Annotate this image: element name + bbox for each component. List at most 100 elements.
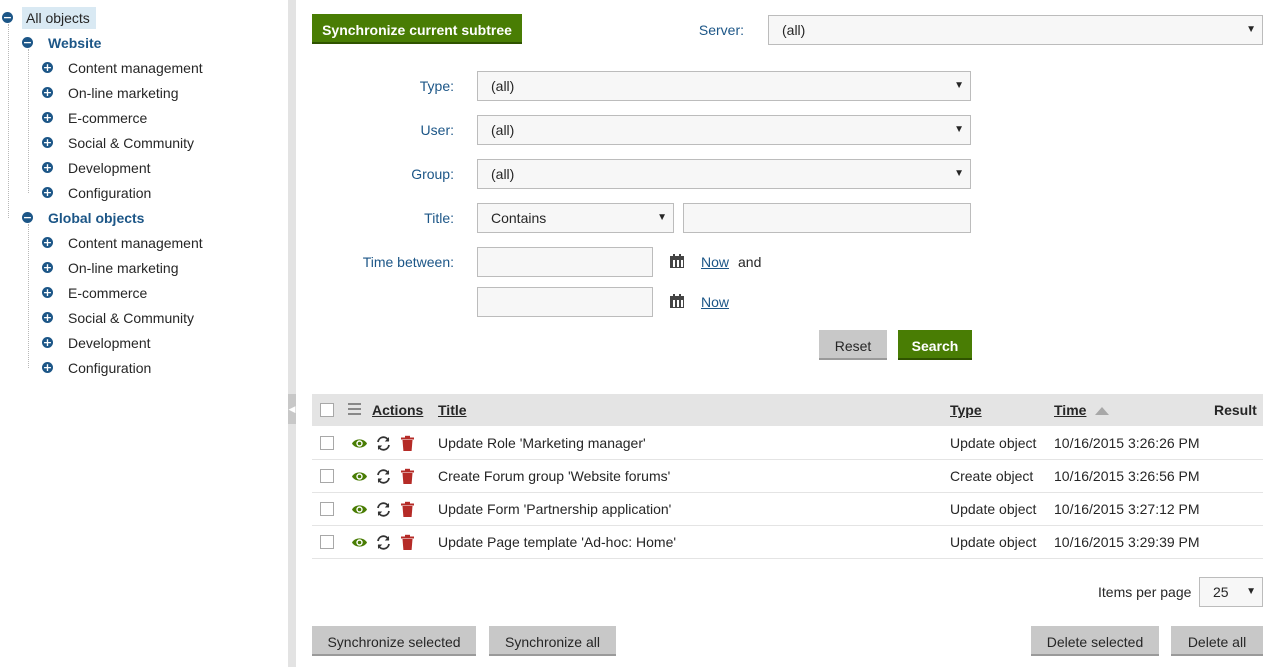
expand-icon[interactable]: + (42, 87, 53, 98)
items-per-page-label: Items per page (1098, 584, 1192, 600)
select-all-checkbox[interactable] (320, 403, 334, 417)
tree-node-label: Website (48, 35, 102, 51)
user-label: User: (420, 122, 454, 138)
dropdown-arrow-icon: ▼ (954, 80, 964, 91)
expand-icon[interactable]: + (42, 312, 53, 323)
row-title: Update Page template 'Ad-hoc: Home' (438, 534, 677, 550)
title-operator-select[interactable]: Contains ▼ (477, 203, 674, 233)
collapse-pane-icon[interactable]: ◀ (288, 394, 296, 424)
sync-icon[interactable] (375, 435, 392, 452)
calendar-icon[interactable] (670, 254, 684, 268)
tree-node-label: Social & Community (68, 310, 195, 326)
tree-node-label: Configuration (68, 185, 152, 201)
row-title: Update Form 'Partnership application' (438, 501, 672, 517)
sync-icon[interactable] (375, 534, 392, 551)
column-menu-icon[interactable] (348, 400, 365, 417)
now-link-from[interactable]: Now (701, 254, 729, 270)
row-time: 10/16/2015 3:27:12 PM (1054, 501, 1200, 517)
title-input[interactable] (683, 203, 971, 233)
expand-icon[interactable]: + (42, 337, 53, 348)
trash-icon[interactable] (399, 534, 416, 551)
tree-guide (28, 49, 29, 193)
dropdown-arrow-icon: ▼ (954, 124, 964, 135)
delete-all-button[interactable]: Delete all (1171, 626, 1263, 656)
user-select[interactable]: (all) ▼ (477, 115, 971, 145)
row-checkbox[interactable] (320, 436, 334, 450)
expand-icon[interactable]: + (42, 187, 53, 198)
items-per-page-select[interactable]: 25 ▼ (1199, 577, 1263, 607)
row-time: 10/16/2015 3:29:39 PM (1054, 534, 1200, 550)
row-type: Update object (950, 501, 1037, 517)
group-select-value: (all) (491, 166, 515, 182)
tree-node-label: Global objects (48, 210, 145, 226)
expand-icon[interactable]: + (42, 112, 53, 123)
expand-icon[interactable]: + (42, 137, 53, 148)
row-title: Create Forum group 'Website forums' (438, 468, 671, 484)
tree-node-label: Configuration (68, 360, 152, 376)
tree-node-label: Development (68, 160, 151, 176)
time-to-input[interactable] (477, 287, 653, 317)
tree-guide (8, 24, 9, 218)
synchronize-selected-button[interactable]: Synchronize selected (312, 626, 476, 656)
calendar-icon[interactable] (670, 294, 684, 308)
header-title[interactable]: Title (438, 394, 467, 426)
delete-selected-button[interactable]: Delete selected (1031, 626, 1159, 656)
title-operator-value: Contains (491, 210, 547, 226)
dropdown-arrow-icon: ▼ (657, 212, 667, 223)
expand-icon[interactable]: + (42, 362, 53, 373)
type-label: Type: (419, 78, 454, 94)
tree-node-label: On-line marketing (68, 260, 179, 276)
now-link-to[interactable]: Now (701, 294, 729, 310)
group-select[interactable]: (all) ▼ (477, 159, 971, 189)
eye-icon[interactable] (351, 534, 368, 551)
dropdown-arrow-icon: ▼ (954, 168, 964, 179)
row-checkbox[interactable] (320, 469, 334, 483)
time-between-label: Time between: (362, 254, 454, 270)
reset-button[interactable]: Reset (819, 330, 887, 360)
table-row[interactable]: Create Forum group 'Website forums' Creat… (312, 460, 1263, 493)
trash-icon[interactable] (399, 468, 416, 485)
header-result: Result (1214, 402, 1257, 418)
row-type: Update object (950, 534, 1037, 550)
trash-icon[interactable] (399, 435, 416, 452)
header-type[interactable]: Type (950, 394, 982, 426)
collapse-icon[interactable]: − (22, 212, 33, 223)
main-panel: Synchronize current subtree Server: (all… (296, 0, 1269, 667)
expand-icon[interactable]: + (42, 287, 53, 298)
synchronize-all-button[interactable]: Synchronize all (489, 626, 616, 656)
synchronize-subtree-button[interactable]: Synchronize current subtree (312, 14, 522, 44)
type-select[interactable]: (all) ▼ (477, 71, 971, 101)
eye-icon[interactable] (351, 435, 368, 452)
eye-icon[interactable] (351, 468, 368, 485)
row-title: Update Role 'Marketing manager' (438, 435, 646, 451)
header-actions[interactable]: Actions (372, 394, 423, 426)
eye-icon[interactable] (351, 501, 368, 518)
tree-guide (28, 224, 29, 368)
tree-node-label: E-commerce (68, 285, 148, 301)
type-select-value: (all) (491, 78, 515, 94)
row-checkbox[interactable] (320, 502, 334, 516)
sync-icon[interactable] (375, 468, 392, 485)
sort-ascending-icon (1095, 407, 1109, 415)
row-checkbox[interactable] (320, 535, 334, 549)
time-from-input[interactable] (477, 247, 653, 277)
title-label: Title: (424, 210, 454, 226)
expand-icon[interactable]: + (42, 62, 53, 73)
trash-icon[interactable] (399, 501, 416, 518)
server-select-value: (all) (782, 22, 806, 38)
pane-splitter[interactable]: ◀ (288, 0, 296, 667)
sync-icon[interactable] (375, 501, 392, 518)
server-select[interactable]: (all) ▼ (768, 15, 1263, 45)
expand-icon[interactable]: + (42, 237, 53, 248)
header-time[interactable]: Time (1054, 394, 1086, 426)
table-row[interactable]: Update Page template 'Ad-hoc: Home' Updat… (312, 526, 1263, 559)
and-label: and (738, 254, 762, 270)
table-row[interactable]: Update Form 'Partnership application' Upd… (312, 493, 1263, 526)
expand-icon[interactable]: + (42, 262, 53, 273)
expand-icon[interactable]: + (42, 162, 53, 173)
search-button[interactable]: Search (898, 330, 972, 360)
group-label: Group: (411, 166, 454, 182)
table-row[interactable]: Update Role 'Marketing manager' Update ob… (312, 427, 1263, 460)
collapse-icon[interactable]: − (2, 12, 13, 23)
collapse-icon[interactable]: − (22, 37, 33, 48)
